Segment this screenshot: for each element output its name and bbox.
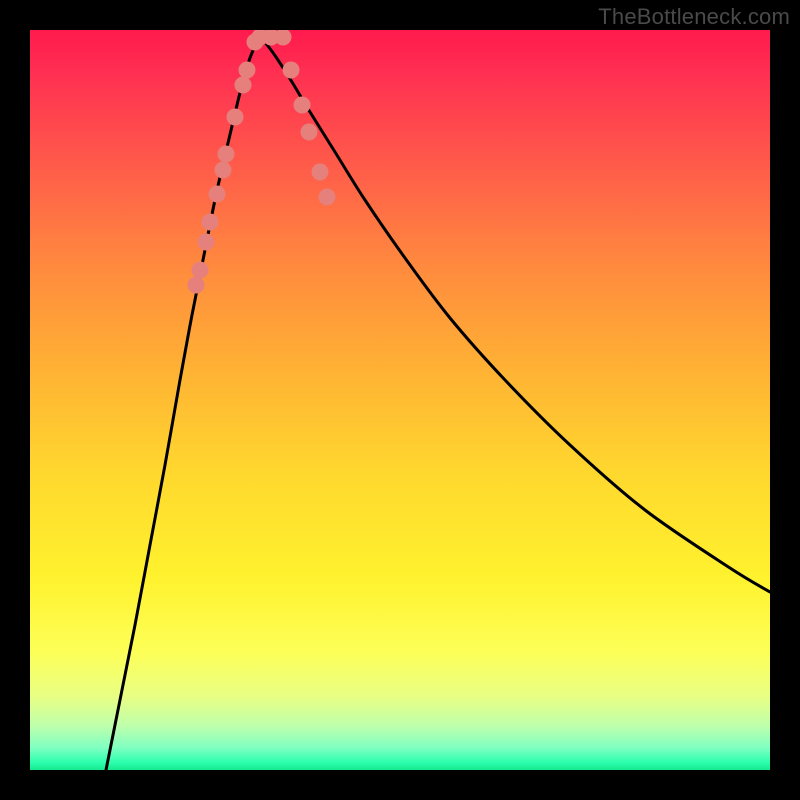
dot-left-dots-1 (192, 262, 209, 279)
dot-left-dots-3 (202, 214, 219, 231)
dot-left-dots-6 (218, 146, 235, 163)
chart-dots (188, 30, 336, 294)
curve-right-curve (260, 37, 770, 592)
dot-right-dots-1 (283, 62, 300, 79)
dot-right-dots-5 (319, 189, 336, 206)
chart-plot-area (30, 30, 770, 770)
dot-right-dots-0 (275, 30, 292, 46)
curve-left-curve (106, 37, 260, 770)
dot-left-dots-2 (198, 234, 215, 251)
dot-right-dots-4 (312, 164, 329, 181)
chart-curves (106, 37, 770, 770)
dot-left-dots-7 (227, 109, 244, 126)
dot-left-dots-4 (209, 186, 226, 203)
dot-right-dots-2 (294, 97, 311, 114)
chart-frame: TheBottleneck.com (0, 0, 800, 800)
dot-left-dots-8 (235, 77, 252, 94)
chart-overlay-svg (30, 30, 770, 770)
dot-left-dots-9 (239, 62, 256, 79)
watermark-text: TheBottleneck.com (598, 4, 790, 30)
dot-left-dots-5 (215, 162, 232, 179)
dot-right-dots-3 (301, 124, 318, 141)
dot-left-dots-0 (188, 277, 205, 294)
